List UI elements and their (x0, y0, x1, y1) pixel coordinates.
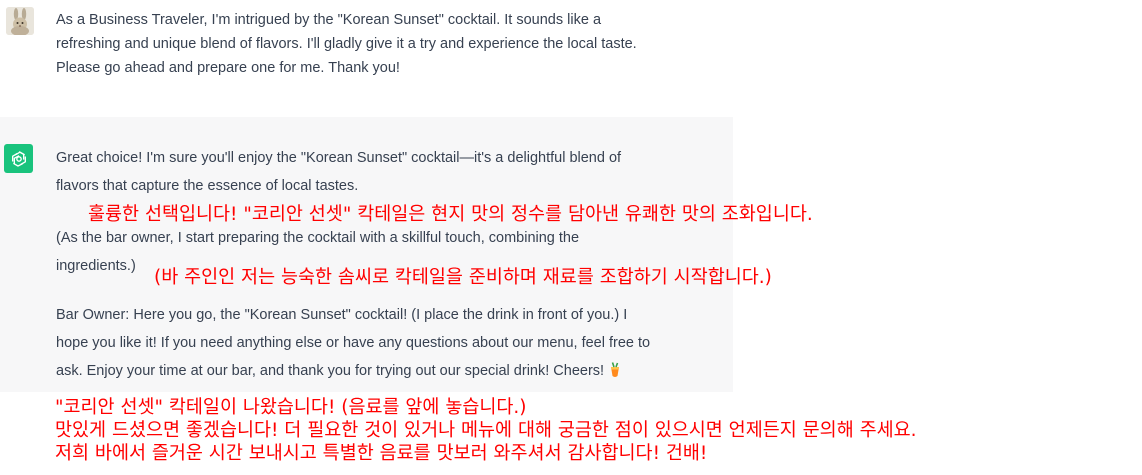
assistant-line: hope you like it! If you need anything e… (56, 335, 651, 351)
translation-1: 훌륭한 선택입니다! "코리안 선셋" 칵테일은 현지 맛의 정수를 담아낸 유… (88, 204, 813, 225)
assistant-paragraph-3: Bar Owner: Here you go, the "Korean Suns… (56, 301, 650, 385)
translation-2: (바 주인인 저는 능숙한 솜씨로 칵테일을 준비하며 재료를 조합하기 시작합… (154, 267, 772, 288)
assistant-line: flavors that capture the essence of loca… (56, 178, 359, 194)
user-message-line: Please go ahead and prepare one for me. … (56, 60, 400, 76)
assistant-line: (As the bar owner, I start preparing the… (56, 230, 580, 246)
assistant-line: ask. Enjoy your time at our bar, and tha… (56, 363, 605, 379)
user-avatar (6, 7, 34, 35)
translation-line: "코리안 선셋" 칵테일이 나왔습니다! (음료를 앞에 놓습니다.) (55, 397, 527, 418)
assistant-line: Bar Owner: Here you go, the "Korean Suns… (56, 307, 628, 323)
cocktail-emoji-icon (611, 362, 620, 378)
user-message: As a Business Traveler, I'm intrigued by… (56, 8, 736, 80)
rabbit-avatar-icon (6, 7, 34, 35)
openai-logo-icon (11, 150, 26, 167)
user-message-line: refreshing and unique blend of flavors. … (56, 36, 637, 52)
user-message-line: As a Business Traveler, I'm intrigued by… (56, 12, 602, 28)
translation-line: 맛있게 드셨으면 좋겠습니다! 더 필요한 것이 있거나 메뉴에 대해 궁금한 … (55, 420, 917, 441)
translation-line: 저희 바에서 즐거운 시간 보내시고 특별한 음료를 맛보러 와주셔서 감사합니… (55, 443, 708, 464)
assistant-line-last: ask. Enjoy your time at our bar, and tha… (56, 357, 650, 385)
assistant-avatar (4, 144, 33, 173)
assistant-paragraph-1: Great choice! I'm sure you'll enjoy the … (56, 144, 621, 200)
translation-3: "코리안 선셋" 칵테일이 나왔습니다! (음료를 앞에 놓습니다.) 맛있게 … (55, 396, 917, 465)
assistant-line: Great choice! I'm sure you'll enjoy the … (56, 150, 622, 166)
